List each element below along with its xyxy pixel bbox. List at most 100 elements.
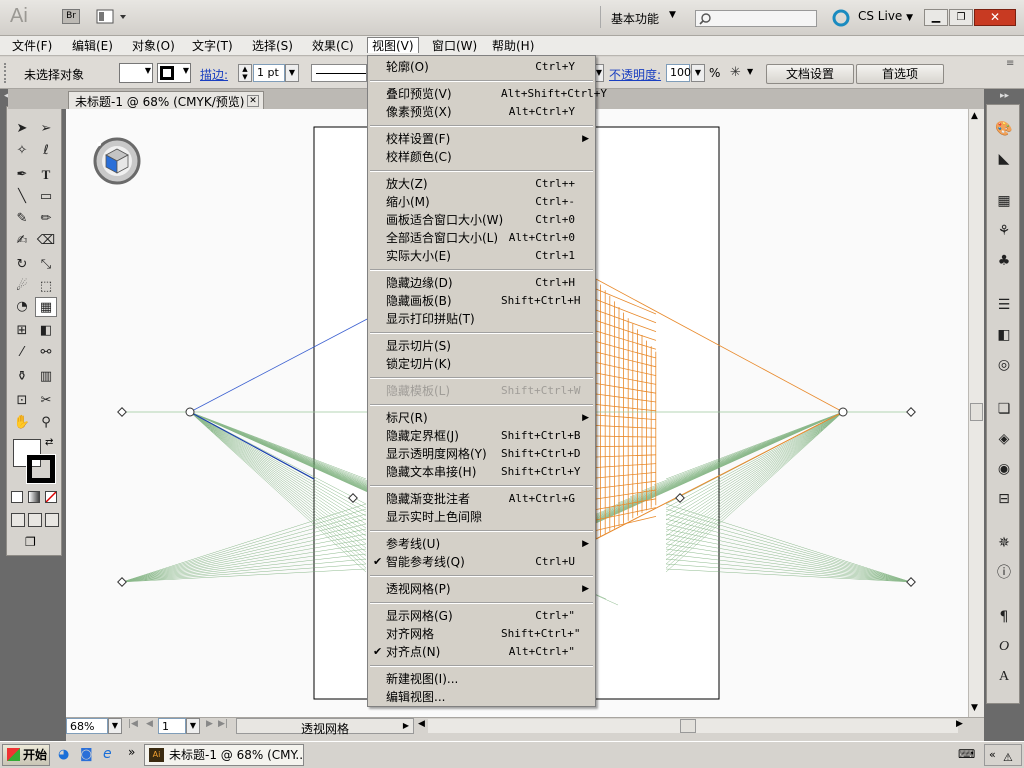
menu-file[interactable]: 文件(F) [8, 38, 56, 54]
blob-brush-tool[interactable]: ✍ [11, 231, 33, 251]
start-button[interactable]: 开始 [2, 744, 50, 766]
paintbrush-tool[interactable]: ✎ [11, 209, 33, 229]
plane-switching-widget[interactable] [93, 137, 141, 185]
hand-tool[interactable]: ✋ [11, 413, 33, 433]
opentype-panel-button[interactable]: O [993, 637, 1015, 657]
gradient-panel-button[interactable]: ◧ [993, 325, 1015, 345]
close-button[interactable]: ✕ [974, 9, 1016, 26]
menu-new-view[interactable]: 新建视图(I)... [368, 670, 595, 688]
draw-normal-button[interactable] [11, 513, 25, 527]
next-artboard-icon[interactable]: ▶ [206, 719, 213, 729]
eraser-tool[interactable]: ⌫ [35, 231, 57, 251]
minimize-button[interactable]: ▁ [924, 9, 948, 26]
recolor-artwork-button[interactable]: ✳ ▼ [728, 64, 756, 82]
taskbar-illustrator-button[interactable]: Ai 未标题-1 @ 68% (CMY... [144, 744, 304, 766]
artboard-number-field[interactable]: 1 [158, 718, 186, 734]
artboard-tool[interactable]: ⊡ [11, 391, 33, 411]
draw-behind-button[interactable] [28, 513, 42, 527]
vertical-scroll-thumb[interactable] [970, 403, 983, 421]
menu-edit-views[interactable]: 编辑视图... [368, 688, 595, 706]
scale-tool[interactable]: ⤡ [35, 255, 57, 275]
stroke-weight-dropdown[interactable]: ▼ [285, 64, 299, 82]
more-quicklaunch-icon[interactable]: » [128, 745, 135, 759]
opacity-label[interactable]: 不透明度: [609, 66, 661, 83]
menu-window[interactable]: 窗口(W) [428, 38, 481, 54]
menu-perspective-grid[interactable]: 透视网格(P) ▶ [368, 580, 595, 598]
rectangle-tool[interactable]: ▭ [35, 187, 57, 207]
menu-show-live-paint-gaps[interactable]: 显示实时上色间隙 [368, 508, 595, 526]
color-mode-button[interactable] [11, 491, 23, 503]
restore-button[interactable]: ❐ [949, 9, 973, 26]
stroke-panel-button[interactable]: ☰ [993, 295, 1015, 315]
blend-tool[interactable]: ⚯ [35, 343, 57, 363]
direct-selection-tool[interactable]: ➢ [35, 119, 57, 139]
cs-live-menu[interactable]: CS Live ▼ [858, 9, 913, 23]
appearance-panel-button[interactable]: ❏ [993, 399, 1015, 419]
rotate-tool[interactable]: ↻ [11, 255, 33, 275]
paragraph-panel-button[interactable]: ¶ [993, 607, 1015, 627]
draw-inside-button[interactable] [45, 513, 59, 527]
panel-menu-icon[interactable]: ≡ [1006, 58, 1014, 69]
previous-artboard-icon[interactable]: ◀ [146, 719, 153, 729]
warp-tool[interactable]: ☄ [11, 277, 33, 297]
transparency-panel-button[interactable]: ◎ [993, 355, 1015, 375]
menu-pixel-preview[interactable]: 像素预览(X) Alt+Ctrl+Y [368, 103, 595, 121]
menu-guides[interactable]: 参考线(U) ▶ [368, 535, 595, 553]
stroke-stepper[interactable]: ▲ ▼ [238, 64, 252, 82]
scroll-down-icon[interactable]: ▼ [971, 703, 978, 713]
align-panel-button[interactable]: ⊟ [993, 489, 1015, 509]
zoom-tool[interactable]: ⚲ [35, 413, 57, 433]
zoom-field[interactable]: 68% [66, 718, 108, 734]
type-tool[interactable]: T [35, 165, 57, 185]
menu-select[interactable]: 选择(S) [248, 38, 297, 54]
last-artboard-icon[interactable]: ▶| [218, 719, 228, 729]
first-artboard-icon[interactable]: |◀ [128, 719, 138, 729]
slice-tool[interactable]: ✂ [35, 391, 57, 411]
brushes-button[interactable]: ⚘ [993, 221, 1015, 241]
menu-snap-to-grid[interactable]: 对齐网格 Shift+Ctrl+" [368, 625, 595, 643]
menu-overprint-preview[interactable]: 叠印预览(V) Alt+Shift+Ctrl+Y [368, 85, 607, 103]
opacity-field[interactable]: 100 [666, 64, 691, 82]
system-tray[interactable]: « ⚠ [984, 744, 1022, 766]
stroke-color-box[interactable] [26, 454, 56, 484]
keyboard-icon[interactable]: ⌨ [958, 747, 975, 761]
menu-help[interactable]: 帮助(H) [488, 38, 538, 54]
pen-tool[interactable]: ✒ [11, 165, 33, 185]
menu-actual-size[interactable]: 实际大小(E) Ctrl+1 [368, 247, 595, 265]
panel-grip[interactable] [4, 63, 8, 83]
color-guide-button[interactable]: ◣ [993, 149, 1015, 169]
menu-outline[interactable]: 轮廓(O) Ctrl+Y [368, 58, 595, 76]
info-panel-button[interactable]: ⓘ [993, 563, 1015, 583]
menu-hide-gradient-annotator[interactable]: 隐藏渐变批注者 Alt+Ctrl+G [368, 490, 595, 508]
perspective-grid-tool[interactable]: ▦ [35, 297, 57, 317]
document-setup-button[interactable]: 文档设置 [766, 64, 854, 84]
mesh-tool[interactable]: ⊞ [11, 321, 33, 341]
menu-edit[interactable]: 编辑(E) [68, 38, 117, 54]
menu-hide-artboards[interactable]: 隐藏画板(B) Shift+Ctrl+H [368, 292, 595, 310]
menu-proof-colors[interactable]: 校样颜色(C) [368, 148, 595, 166]
left-vanishing-point[interactable] [185, 407, 195, 417]
free-transform-tool[interactable]: ⬚ [35, 277, 57, 297]
graphic-styles-button[interactable]: ◉ [993, 459, 1015, 479]
scroll-left-icon[interactable]: ◀ [418, 719, 425, 729]
variable-width-profile[interactable] [311, 64, 367, 82]
artboard-dropdown[interactable]: ▼ [186, 718, 200, 734]
menu-rulers[interactable]: 标尺(R) ▶ [368, 409, 595, 427]
none-mode-button[interactable] [45, 491, 57, 503]
menu-object[interactable]: 对象(O) [128, 38, 179, 54]
menu-view[interactable]: 视图(V) [367, 37, 419, 53]
shape-builder-tool[interactable]: ◔ [11, 297, 33, 317]
screen-mode-button[interactable]: ❐ [25, 535, 45, 549]
stroke-weight-field[interactable]: 1 pt [253, 64, 285, 82]
vertical-scrollbar[interactable]: ▲ ▼ [968, 109, 984, 717]
preferences-button[interactable]: 首选项 [856, 64, 944, 84]
chrome-icon[interactable]: ◕ [58, 747, 69, 762]
workspace-switcher[interactable]: 基本功能 ▼ [600, 6, 684, 28]
search-field[interactable] [695, 10, 817, 27]
menu-lock-slices[interactable]: 锁定切片(K) [368, 355, 595, 373]
lasso-tool[interactable]: ℓ [35, 141, 57, 161]
menu-show-transparency-grid[interactable]: 显示透明度网格(Y) Shift+Ctrl+D [368, 445, 595, 463]
horizontal-scrollbar[interactable] [428, 719, 958, 733]
opacity-dropdown[interactable]: ▼ [691, 64, 705, 82]
pencil-tool[interactable]: ✏ [35, 209, 57, 229]
